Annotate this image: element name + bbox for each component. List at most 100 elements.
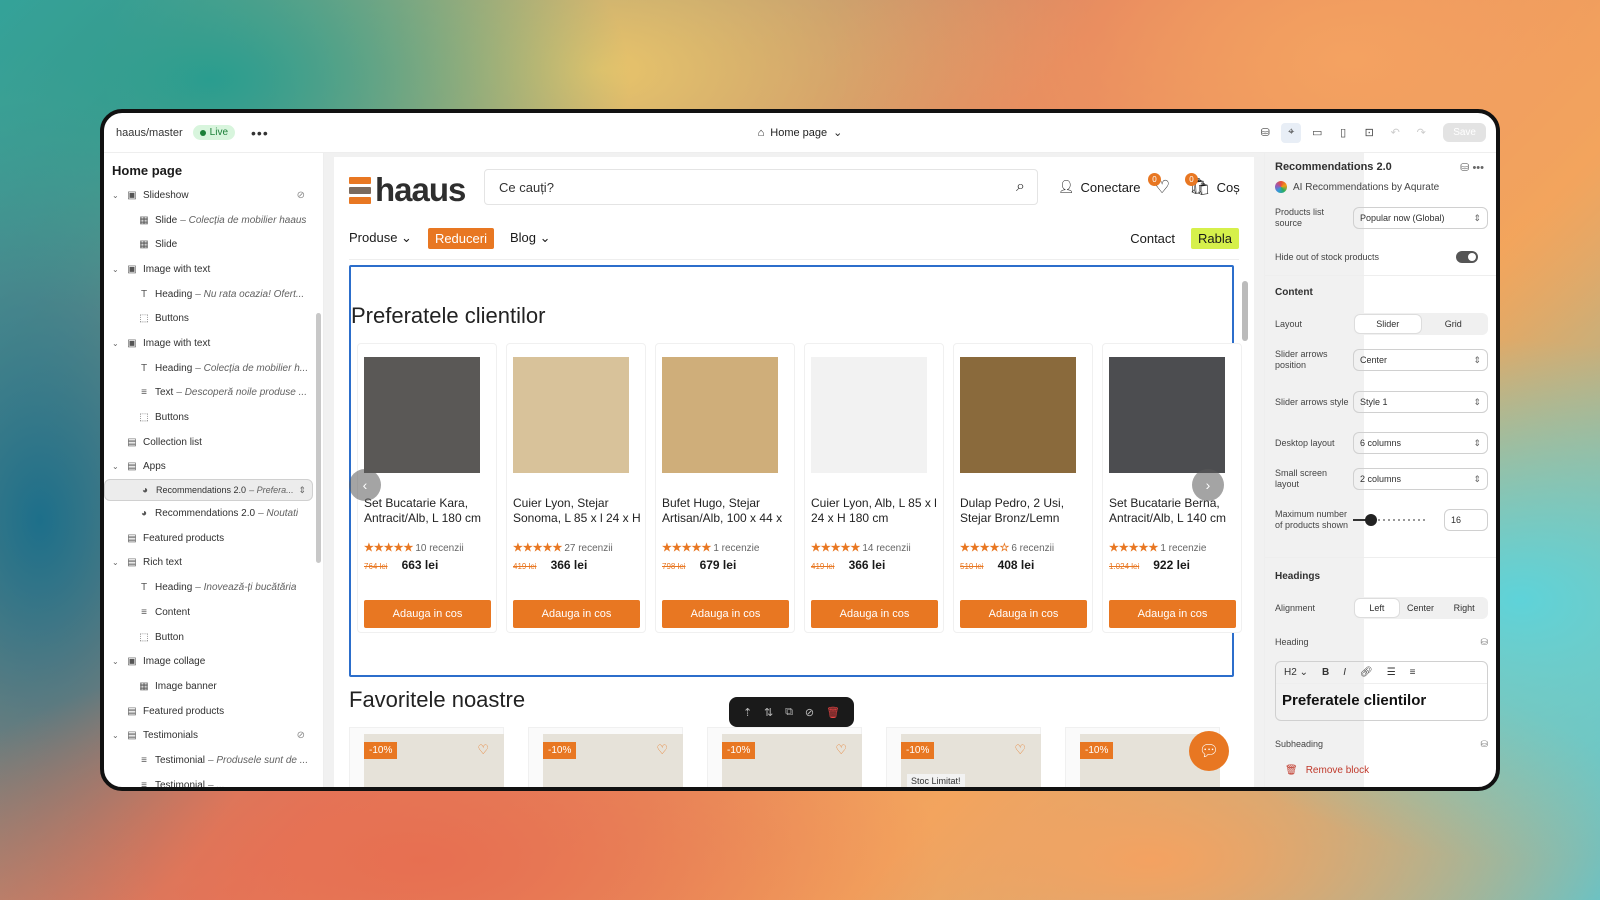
nav-contact[interactable]: Contact (1130, 231, 1175, 246)
chevron-down-icon[interactable]: ⌄ (112, 731, 122, 740)
sidebar-item[interactable]: ⌄ ▣ Image with text (104, 257, 313, 282)
sidebar-item[interactable]: ▦ Slide (104, 232, 313, 257)
reorder-icon[interactable]: ⇅ (764, 706, 773, 719)
add-to-cart-button[interactable]: Adauga in cos (662, 600, 789, 628)
arrows-position-select[interactable]: Center (1353, 349, 1488, 371)
product-card[interactable]: Bufet Hugo, Stejar Artisan/Alb, 100 x 44… (655, 343, 795, 633)
sidebar-item[interactable]: T Heading – Colecția de mobilier h... (104, 356, 313, 381)
slider-next-arrow[interactable]: › (1192, 469, 1224, 501)
product-name[interactable]: Cuier Lyon, Alb, L 85 x l 24 x H 180 cm (811, 496, 939, 526)
add-to-cart-button[interactable]: Adauga in cos (364, 600, 491, 628)
product-name[interactable]: Cuier Lyon, Stejar Sonoma, L 85 x l 24 x… (513, 496, 641, 526)
wishlist-heart-icon[interactable]: ♡ (477, 742, 489, 758)
wishlist-heart-icon[interactable]: ♡ (656, 742, 668, 758)
favorite-tile[interactable]: -10% ♡ (349, 727, 504, 787)
database-icon[interactable]: ⛁ (1255, 123, 1275, 143)
sidebar-item[interactable]: ≡ Content (104, 600, 313, 625)
align-center-option[interactable]: Center (1399, 599, 1443, 617)
product-image[interactable] (811, 357, 927, 473)
slider-prev-arrow[interactable]: ‹ (349, 469, 381, 501)
sidebar-item[interactable]: ⌄ ▤ Testimonials ⊘ (104, 723, 313, 748)
cart-link[interactable]: 🛍︎ Coș 0 (1185, 173, 1240, 197)
nav-rabla[interactable]: Rabla (1191, 227, 1239, 249)
align-left-option[interactable]: Left (1355, 599, 1399, 617)
remove-block-button[interactable]: 🗑︎ Remove block (1285, 765, 1369, 776)
arrows-style-select[interactable]: Style 1 (1353, 391, 1488, 413)
sidebar-item[interactable]: T Heading – Inovează-ți bucătăria (104, 575, 313, 600)
sidebar-item[interactable]: ⬚ Buttons (104, 405, 313, 430)
sidebar-item[interactable]: ⌄ ▤ Rich text (104, 551, 313, 576)
product-name[interactable]: Set Bucatarie Berna, Antracit/Alb, L 140… (1109, 496, 1237, 526)
move-up-icon[interactable]: ⇡ (743, 706, 752, 719)
product-card[interactable]: Dulap Pedro, 2 Usi, Stejar Bronz/Lemn ★★★… (953, 343, 1093, 633)
sidebar-item[interactable]: ▤ Collection list (104, 430, 313, 455)
layout-slider-option[interactable]: Slider (1355, 315, 1421, 333)
favorite-tile[interactable]: -10% ♡ Stoc Limitat! (886, 727, 1041, 787)
product-name[interactable]: Dulap Pedro, 2 Usi, Stejar Bronz/Lemn (960, 496, 1088, 526)
product-card[interactable]: Cuier Lyon, Alb, L 85 x l 24 x H 180 cm ★… (804, 343, 944, 633)
search-icon[interactable]: ⌕ (1016, 178, 1025, 196)
product-name[interactable]: Bufet Hugo, Stejar Artisan/Alb, 100 x 44… (662, 496, 790, 526)
desktop-layout-select[interactable]: 6 columns (1353, 432, 1488, 454)
chevron-down-icon[interactable]: ⌄ (112, 339, 122, 348)
nav-produse[interactable]: Produse ⌄ (349, 230, 412, 246)
hide-icon[interactable]: ⊘ (805, 706, 814, 719)
add-to-cart-button[interactable]: Adauga in cos (513, 600, 640, 628)
italic-icon[interactable]: I (1343, 667, 1346, 678)
delete-icon[interactable]: 🗑︎ (826, 706, 840, 719)
sidebar-item[interactable]: ⌄ ▣ Image collage (104, 649, 313, 674)
sidebar-item[interactable]: ▤ Featured products (104, 699, 313, 724)
bullet-list-icon[interactable]: ☰ (1387, 667, 1396, 678)
sidebar-item[interactable]: ▦ Image banner (104, 674, 313, 699)
database-icon[interactable]: ⛁ (1460, 162, 1469, 174)
heading-level-select[interactable]: H2 ⌄ (1284, 667, 1308, 678)
bold-icon[interactable]: B (1322, 667, 1329, 678)
fullscreen-icon[interactable]: ⊡ (1359, 123, 1379, 143)
more-options-button[interactable]: ••• (251, 125, 269, 141)
favorite-tile[interactable]: -10% ♡ (707, 727, 862, 787)
account-link[interactable]: 👤︎ Conectare (1058, 179, 1141, 195)
add-to-cart-button[interactable]: Adauga in cos (811, 600, 938, 628)
mobile-icon[interactable]: ▯ (1333, 123, 1353, 143)
sidebar-item[interactable]: ▦ Slide – Colecția de mobilier haaus (104, 208, 313, 233)
wishlist-heart-icon[interactable]: ♡ (1014, 742, 1026, 758)
product-card[interactable]: Cuier Lyon, Stejar Sonoma, L 85 x l 24 x… (506, 343, 646, 633)
nav-reduceri[interactable]: Reduceri (427, 227, 494, 249)
hidden-eye-icon[interactable]: ⊘ (297, 190, 305, 201)
sidebar-item[interactable]: ≡ Testimonial – ... (104, 773, 313, 787)
inspector-icon[interactable]: ⌖ (1281, 122, 1302, 143)
chevron-down-icon[interactable]: ⌄ (112, 265, 122, 274)
sidebar-item[interactable]: ◕ Recommendations 2.0– Noutati (104, 501, 313, 526)
sidebar-item[interactable]: ⬚ Button (104, 625, 313, 650)
small-layout-select[interactable]: 2 columns (1353, 468, 1488, 490)
redo-icon[interactable]: ↷ (1411, 123, 1431, 143)
chevron-down-icon[interactable]: ⌄ (112, 191, 122, 200)
more-icon[interactable]: ••• (1472, 162, 1484, 174)
store-logo[interactable]: haaus (349, 171, 466, 209)
wishlist-heart-icon[interactable]: ♡ (835, 742, 847, 758)
sidebar-item[interactable]: ⌄ ▣ Slideshow ⊘ (104, 183, 313, 208)
chevron-down-icon[interactable]: ⌄ (112, 558, 122, 567)
dynamic-source-icon[interactable]: ⛁ (1480, 637, 1488, 648)
max-products-input[interactable]: 16 (1444, 509, 1488, 531)
sidebar-item[interactable]: ⌄ ▣ Image with text (104, 331, 313, 356)
undo-icon[interactable]: ↶ (1385, 123, 1405, 143)
sidebar-item[interactable]: ⌄ ▤ Apps (104, 455, 313, 480)
desktop-icon[interactable]: ▭ (1307, 123, 1327, 143)
product-image[interactable] (960, 357, 1076, 473)
sidebar-scrollbar[interactable] (316, 313, 321, 563)
heading-editor[interactable]: H2 ⌄ B I 🔗︎ ☰ ≡ Preferatele clientilor (1275, 661, 1488, 721)
sidebar-item[interactable]: ≡ Testimonial – Produsele sunt de ... (104, 748, 313, 773)
search-input[interactable]: Ce cauți? ⌕ (484, 169, 1038, 205)
layout-grid-option[interactable]: Grid (1421, 315, 1487, 333)
sidebar-item[interactable]: ◕ Recommendations 2.0– Prefera... (104, 479, 313, 502)
sidebar-item[interactable]: ⬚ Buttons (104, 306, 313, 331)
save-button[interactable]: Save (1443, 123, 1486, 142)
numbered-list-icon[interactable]: ≡ (1410, 667, 1416, 678)
nav-blog[interactable]: Blog ⌄ (510, 230, 551, 246)
chevron-down-icon[interactable]: ⌄ (112, 657, 122, 666)
heading-text[interactable]: Preferatele clientilor (1276, 684, 1487, 717)
dynamic-source-icon[interactable]: ⛁ (1480, 739, 1488, 750)
product-image[interactable] (1109, 357, 1225, 473)
hidden-eye-icon[interactable]: ⊘ (297, 730, 305, 741)
